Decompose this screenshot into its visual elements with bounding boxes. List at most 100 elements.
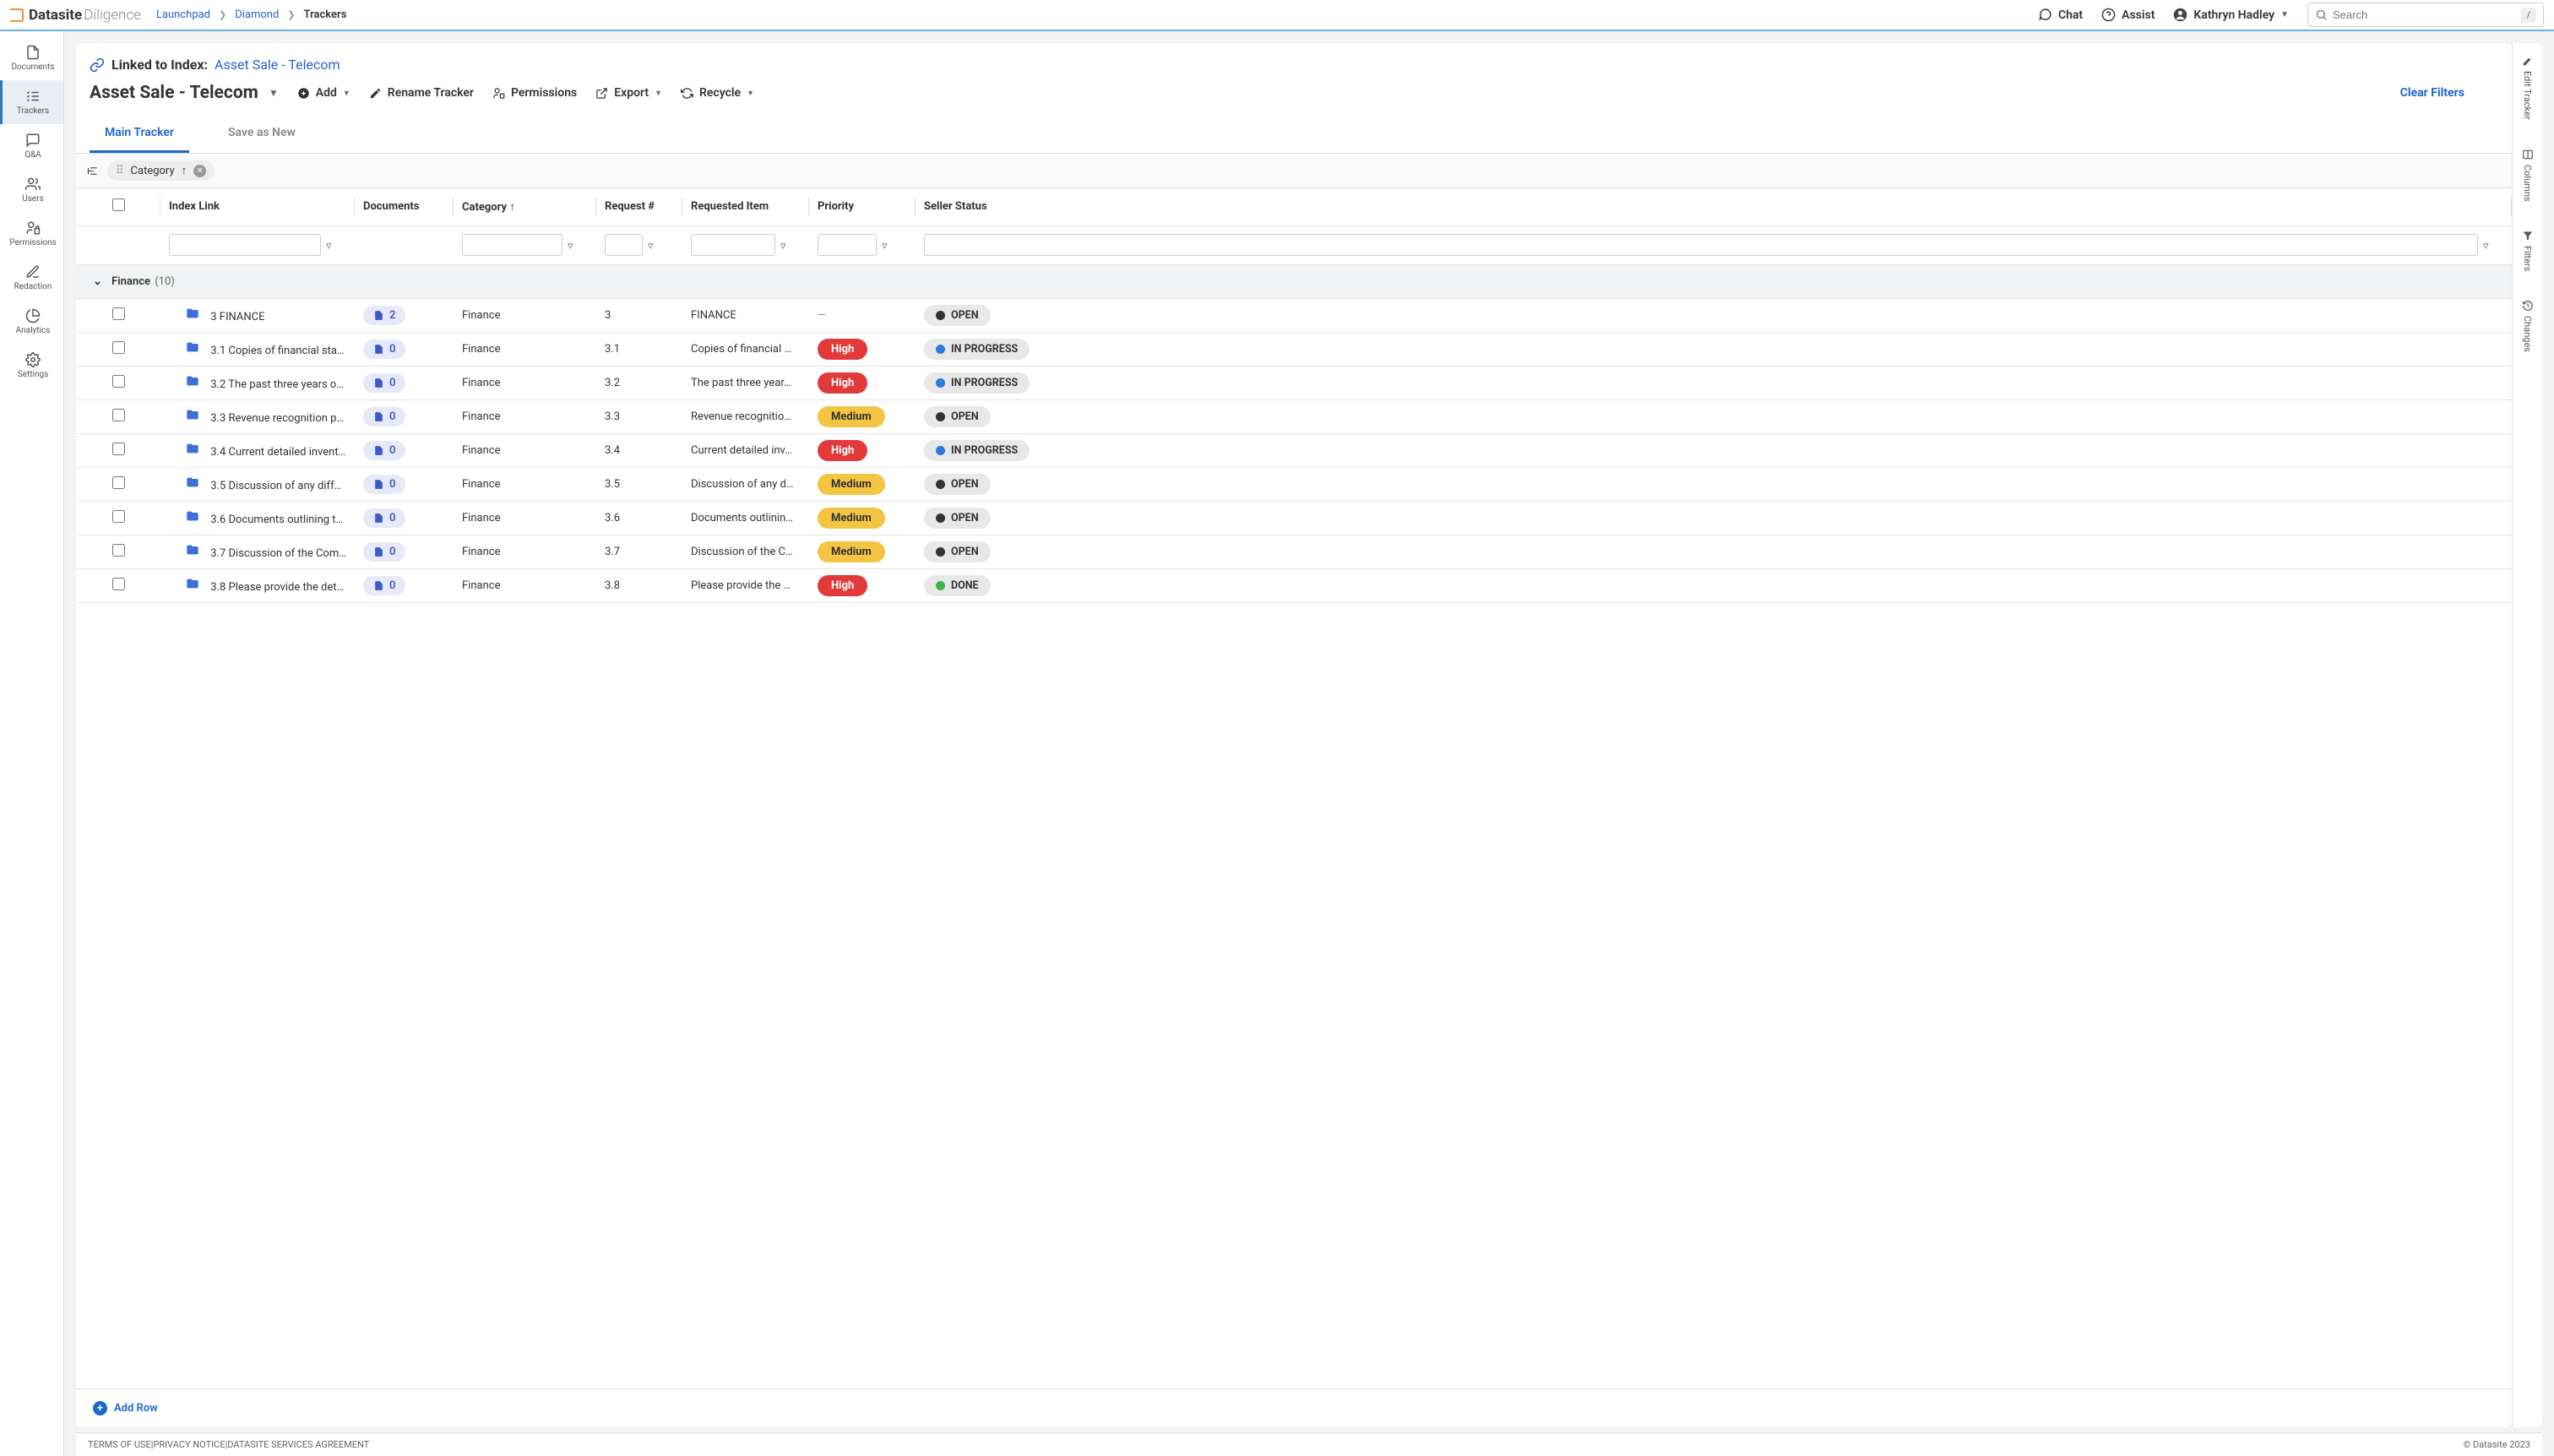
table-row[interactable]: 3.4 Current detailed inventor 0 Finance …: [76, 433, 2512, 467]
help-icon: [2101, 8, 2116, 22]
status-cell: OPEN: [916, 467, 2512, 501]
filter-index-input[interactable]: [169, 234, 321, 256]
row-checkbox[interactable]: [112, 578, 125, 590]
sidebar-item-users[interactable]: Users: [0, 168, 63, 212]
filter-category-input[interactable]: [462, 234, 562, 256]
footer-terms[interactable]: TERMS OF USE: [88, 1439, 151, 1450]
tab-main-tracker[interactable]: Main Tracker: [90, 115, 189, 153]
row-checkbox[interactable]: [112, 409, 125, 421]
sidebar-label: Redaction: [14, 282, 52, 291]
documents-pill[interactable]: 0: [363, 340, 405, 359]
add-button[interactable]: Add ▼: [297, 86, 350, 100]
filter-request-input[interactable]: [605, 234, 643, 256]
select-all-checkbox[interactable]: [112, 198, 125, 211]
documents-pill[interactable]: 0: [363, 576, 405, 595]
table-row[interactable]: 3.5 Discussion of any differe 0 Finance …: [76, 467, 2512, 501]
filter-item-input[interactable]: [691, 234, 775, 256]
chevron-down-icon: ▼: [655, 89, 662, 98]
tab-save-as-new[interactable]: Save as New: [213, 115, 311, 153]
user-menu[interactable]: Kathryn Hadley ▼: [2173, 8, 2289, 22]
filter-icon[interactable]: ▿: [2483, 240, 2489, 253]
sidebar-item-documents[interactable]: Documents: [0, 36, 63, 80]
row-checkbox[interactable]: [112, 476, 125, 489]
column-priority[interactable]: Priority: [809, 188, 916, 225]
recycle-button[interactable]: Recycle ▼: [681, 86, 754, 100]
filter-status-input[interactable]: [924, 234, 2478, 256]
row-checkbox[interactable]: [112, 307, 125, 320]
user-icon: [2173, 8, 2187, 22]
documents-pill[interactable]: 0: [363, 475, 405, 494]
table-row[interactable]: 3.8 Please provide the detail 0 Finance …: [76, 568, 2512, 602]
filter-icon[interactable]: ▿: [326, 240, 332, 253]
filter-icon[interactable]: ▿: [648, 240, 654, 253]
table-row[interactable]: 3.7 Discussion of the Compa 0 Finance 3.…: [76, 535, 2512, 568]
column-requested-item[interactable]: Requested Item: [682, 188, 809, 225]
sidebar-item-permissions[interactable]: Permissions: [0, 212, 63, 256]
crumb-diamond[interactable]: Diamond: [235, 8, 279, 21]
rail-filters[interactable]: Filters: [2522, 230, 2534, 271]
group-header-row[interactable]: ⌄ Finance (10): [76, 264, 2512, 298]
rail-edit-tracker[interactable]: Edit Tracker: [2522, 55, 2534, 120]
document-icon: [373, 411, 384, 422]
table-row[interactable]: 3.1 Copies of financial state… 0 Finance…: [76, 332, 2512, 366]
documents-pill[interactable]: 0: [363, 407, 405, 426]
row-checkbox[interactable]: [112, 443, 125, 455]
title-dropdown-icon[interactable]: ▼: [269, 87, 279, 99]
row-checkbox[interactable]: [112, 510, 125, 523]
footer-agreement[interactable]: DATASITE SERVICES AGREEMENT: [227, 1439, 369, 1450]
clear-filters-button[interactable]: Clear Filters: [2400, 86, 2464, 100]
row-checkbox[interactable]: [112, 341, 125, 354]
filter-priority-input[interactable]: [818, 234, 877, 256]
documents-pill[interactable]: 0: [363, 441, 405, 460]
column-seller-status[interactable]: Seller Status: [916, 188, 2512, 225]
collapse-icon[interactable]: ⌄: [93, 275, 102, 288]
filter-icon[interactable]: ▿: [882, 240, 888, 253]
permissions-button[interactable]: Permissions: [492, 86, 577, 100]
priority-cell: High: [809, 568, 916, 602]
search-box[interactable]: /: [2307, 3, 2544, 27]
rail-changes[interactable]: Changes: [2522, 300, 2534, 352]
column-category[interactable]: Category ↑: [454, 188, 596, 225]
crumb-launchpad[interactable]: Launchpad: [156, 8, 210, 21]
footer-privacy[interactable]: PRIVACY NOTICE: [153, 1439, 225, 1450]
filter-icon[interactable]: ▿: [780, 240, 786, 253]
column-index-link[interactable]: Index Link: [160, 188, 355, 225]
group-by-chip[interactable]: ⠿ Category ↑ ✕: [107, 160, 215, 181]
add-row-button[interactable]: + Add Row: [76, 1388, 2512, 1427]
permissions-label: Permissions: [511, 86, 577, 100]
sidebar-item-redaction[interactable]: Redaction: [0, 256, 63, 300]
table-row[interactable]: 3.6 Documents outlining the 0 Finance 3.…: [76, 501, 2512, 535]
plus-icon: +: [93, 1401, 107, 1415]
brand-logo[interactable]: DatasiteDiligence: [10, 7, 141, 24]
sidebar-item-settings[interactable]: Settings: [0, 344, 63, 388]
search-input[interactable]: [2333, 8, 2521, 21]
row-checkbox[interactable]: [112, 544, 125, 557]
sidebar-item-analytics[interactable]: Analytics: [0, 300, 63, 344]
documents-pill[interactable]: 2: [363, 306, 405, 325]
column-request[interactable]: Request #: [596, 188, 682, 225]
rename-button[interactable]: Rename Tracker: [369, 86, 474, 100]
documents-pill[interactable]: 0: [363, 373, 405, 393]
drag-handle-icon[interactable]: ⠿: [116, 165, 124, 177]
row-checkbox[interactable]: [112, 375, 125, 388]
sidebar-item-qa[interactable]: Q&A: [0, 124, 63, 168]
assist-button[interactable]: Assist: [2101, 8, 2155, 22]
export-button[interactable]: Export ▼: [595, 86, 662, 100]
linked-target[interactable]: Asset Sale - Telecom: [215, 57, 340, 73]
documents-pill[interactable]: 0: [363, 508, 405, 528]
remove-group-icon[interactable]: ✕: [193, 165, 206, 177]
chat-button[interactable]: Chat: [2038, 8, 2083, 22]
sort-asc-icon[interactable]: ↑: [182, 164, 187, 177]
table-row[interactable]: 3.2 The past three years of d 0 Finance …: [76, 366, 2512, 399]
category-cell: Finance: [454, 366, 596, 399]
tree-indent-icon[interactable]: [86, 165, 99, 177]
sidebar-item-trackers[interactable]: Trackers: [0, 80, 63, 124]
column-documents[interactable]: Documents: [355, 188, 454, 225]
filter-icon[interactable]: ▿: [568, 240, 573, 253]
table-row[interactable]: 3 FINANCE 2 Finance 3 FINANCE — OPEN: [76, 298, 2512, 332]
qa-icon: [25, 133, 41, 148]
table-row[interactable]: 3.3 Revenue recognition poli 0 Finance 3…: [76, 399, 2512, 433]
status-cell: IN PROGRESS: [916, 433, 2512, 467]
documents-pill[interactable]: 0: [363, 542, 405, 562]
rail-columns[interactable]: Columns: [2522, 149, 2534, 202]
